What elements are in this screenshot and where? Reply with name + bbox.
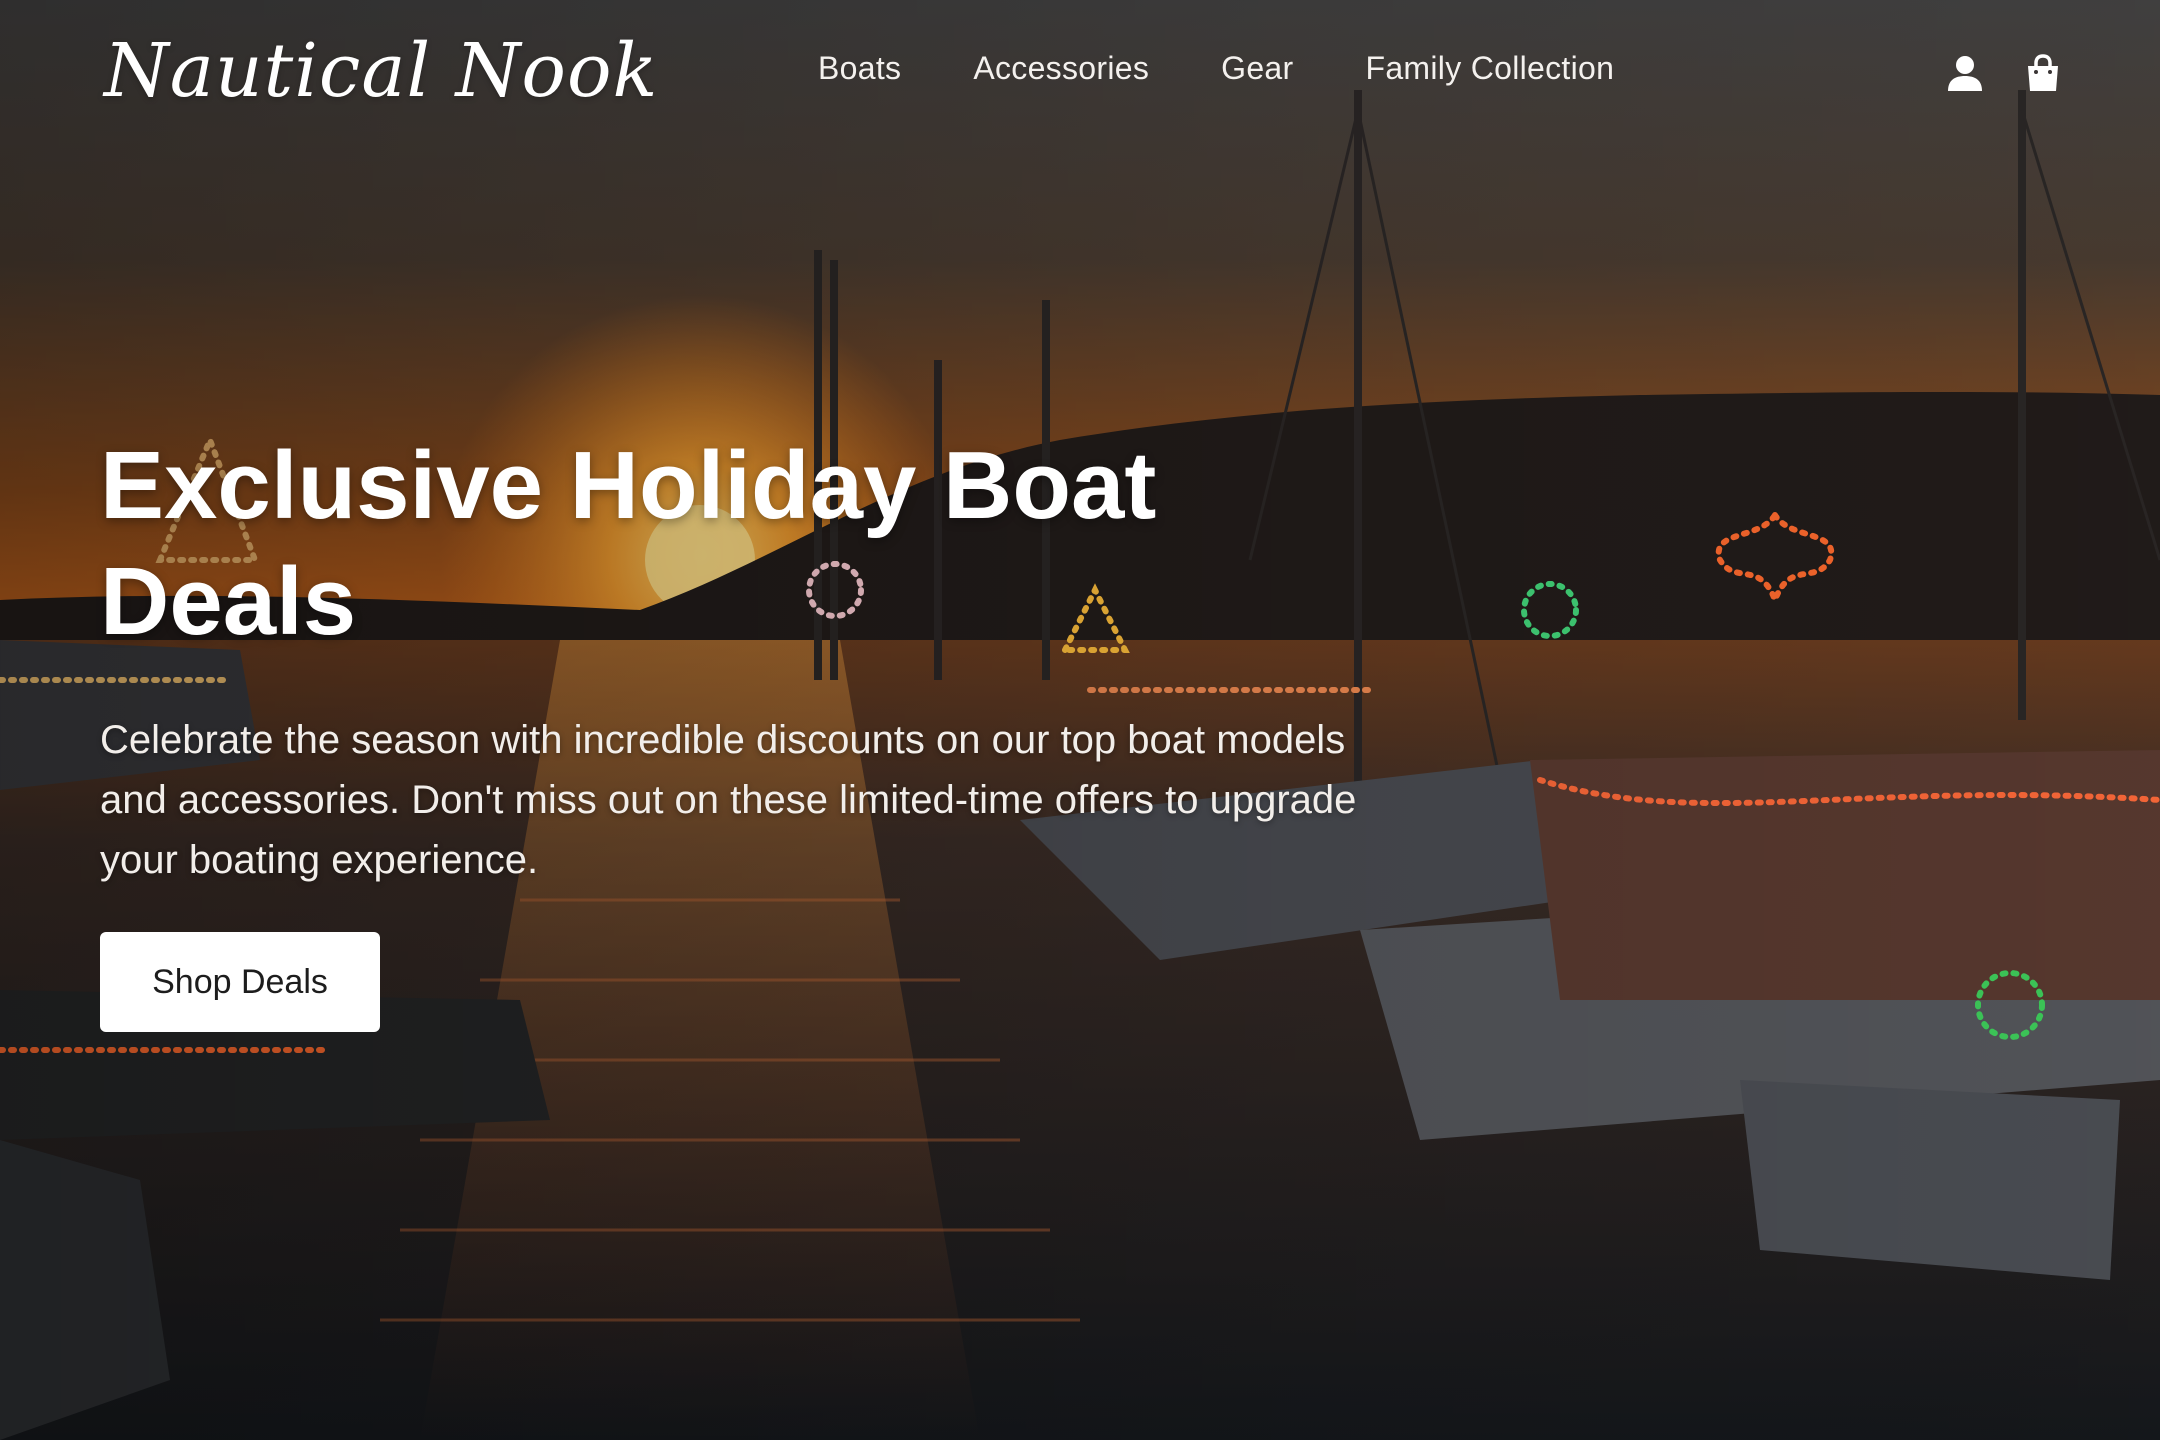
hero-subcopy: Celebrate the season with incredible dis… xyxy=(100,718,1357,882)
hero-content: Exclusive Holiday Boat Deals Celebrate t… xyxy=(100,428,1400,1032)
brand-logo[interactable]: Nautical Nook xyxy=(104,28,658,114)
nav-item-boats[interactable]: Boats xyxy=(818,50,901,87)
hero-section: Nautical Nook Boats Accessories Gear Fam… xyxy=(0,0,2160,1440)
nav-item-accessories[interactable]: Accessories xyxy=(973,50,1149,87)
nav-item-gear[interactable]: Gear xyxy=(1221,50,1293,87)
main-nav: Boats Accessories Gear Family Collection xyxy=(818,50,1614,87)
hero-headline: Exclusive Holiday Boat Deals xyxy=(100,432,1157,655)
account-icon[interactable] xyxy=(1944,52,1986,94)
shopping-bag-icon[interactable] xyxy=(2022,52,2064,94)
site-header: Nautical Nook Boats Accessories Gear Fam… xyxy=(0,0,2160,148)
shop-deals-button[interactable]: Shop Deals xyxy=(100,932,380,1032)
nav-item-family-collection[interactable]: Family Collection xyxy=(1365,50,1614,87)
header-actions xyxy=(1944,52,2064,94)
